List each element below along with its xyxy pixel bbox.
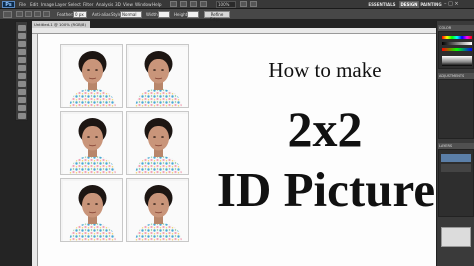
- poster-title-line-3: ID Picture: [216, 162, 436, 217]
- height-input[interactable]: [187, 11, 199, 18]
- zoom-tool-icon[interactable]: [200, 1, 207, 7]
- lasso-tool-icon[interactable]: [18, 41, 26, 47]
- photoshop-logo: Ps: [2, 1, 15, 8]
- poster-title-line-1: How to make: [268, 58, 382, 82]
- menu-window[interactable]: Window: [135, 1, 152, 8]
- marquee-preset-icon[interactable]: [3, 11, 12, 18]
- menu-view[interactable]: View: [123, 1, 133, 8]
- menu-3d[interactable]: 3D: [115, 1, 121, 8]
- photoshop-window: Ps File Edit Image Layer Select Filter A…: [0, 0, 474, 266]
- menu-select[interactable]: Select: [68, 1, 81, 8]
- type-tool-icon[interactable]: [18, 113, 26, 119]
- portrait-image: [63, 47, 122, 107]
- id-photo: [60, 44, 123, 108]
- brush-tool-icon[interactable]: [18, 81, 26, 87]
- portrait-image: [129, 181, 188, 241]
- portrait-image: [129, 47, 188, 107]
- menu-analysis[interactable]: Analysis: [96, 1, 113, 8]
- id-photo: [126, 44, 189, 108]
- id-photo: [126, 111, 189, 175]
- menu-layer[interactable]: Layer: [55, 1, 67, 8]
- workspace-essentials[interactable]: ESSENTIALS: [366, 1, 398, 8]
- eraser-tool-icon[interactable]: [18, 97, 26, 103]
- workspace-painting[interactable]: PAINTING: [420, 1, 442, 8]
- menu-file[interactable]: File: [19, 1, 26, 8]
- arrange-icon[interactable]: [240, 1, 247, 7]
- intersect-selection-icon[interactable]: [43, 11, 50, 17]
- menu-image[interactable]: Image: [41, 1, 54, 8]
- layer-row[interactable]: [441, 154, 471, 162]
- quick-select-tool-icon[interactable]: [18, 49, 26, 55]
- move-tool-icon[interactable]: [18, 25, 26, 31]
- feather-input[interactable]: 0 px: [73, 11, 87, 18]
- width-input[interactable]: [158, 11, 170, 18]
- mini-bridge-icon[interactable]: [180, 1, 187, 7]
- rgb-slider[interactable]: [442, 48, 472, 51]
- antialias-label[interactable]: Anti-alias: [92, 11, 111, 18]
- color-panel: [438, 31, 474, 69]
- menu-edit[interactable]: Edit: [30, 1, 38, 8]
- healing-tool-icon[interactable]: [18, 73, 26, 79]
- new-selection-icon[interactable]: [16, 11, 23, 17]
- id-photo: [60, 111, 123, 175]
- portrait-image: [129, 114, 188, 174]
- style-select[interactable]: Normal: [120, 11, 142, 18]
- layers-panel: [438, 149, 474, 217]
- portrait-image: [63, 114, 122, 174]
- right-panel-dock: COLOR ADJUSTMENTS LAYERS: [436, 21, 474, 266]
- mini-preview: [441, 227, 471, 247]
- window-controls[interactable]: – □ ×: [444, 1, 472, 8]
- crop-tool-icon[interactable]: [18, 57, 26, 63]
- gray-slider[interactable]: [442, 42, 472, 45]
- menu-help[interactable]: Help: [152, 1, 162, 8]
- eyedropper-tool-icon[interactable]: [18, 65, 26, 71]
- document-tab[interactable]: Untitled-1 @ 100% (RGB/8): [32, 21, 90, 28]
- tools-panel: [15, 21, 28, 121]
- id-photo: [60, 178, 123, 242]
- bridge-icon[interactable]: [170, 1, 177, 7]
- adjustments-panel: [438, 79, 474, 139]
- poster-title-line-2: 2x2: [287, 101, 363, 157]
- layer-row[interactable]: [441, 164, 471, 172]
- clone-stamp-tool-icon[interactable]: [18, 89, 26, 95]
- feather-label: Feather:: [57, 12, 74, 17]
- workspace-design[interactable]: DESIGN: [399, 1, 419, 8]
- marquee-tool-icon[interactable]: [18, 33, 26, 39]
- options-bar: Feather: 0 px Anti-alias Style: Normal W…: [0, 9, 474, 22]
- zoom-level[interactable]: 100%: [216, 1, 236, 8]
- hue-slider[interactable]: [442, 36, 472, 39]
- hand-icon[interactable]: [190, 1, 197, 7]
- add-selection-icon[interactable]: [25, 11, 32, 17]
- id-photo: [126, 178, 189, 242]
- menu-bar: Ps File Edit Image Layer Select Filter A…: [0, 0, 474, 9]
- screen-mode-icon[interactable]: [250, 1, 257, 7]
- gradient-tool-icon[interactable]: [18, 105, 26, 111]
- menu-filter[interactable]: Filter: [83, 1, 93, 8]
- refine-edge-button[interactable]: Refine Edge...: [204, 11, 230, 22]
- color-spectrum[interactable]: [442, 56, 472, 66]
- subtract-selection-icon[interactable]: [34, 11, 41, 17]
- portrait-image: [63, 181, 122, 241]
